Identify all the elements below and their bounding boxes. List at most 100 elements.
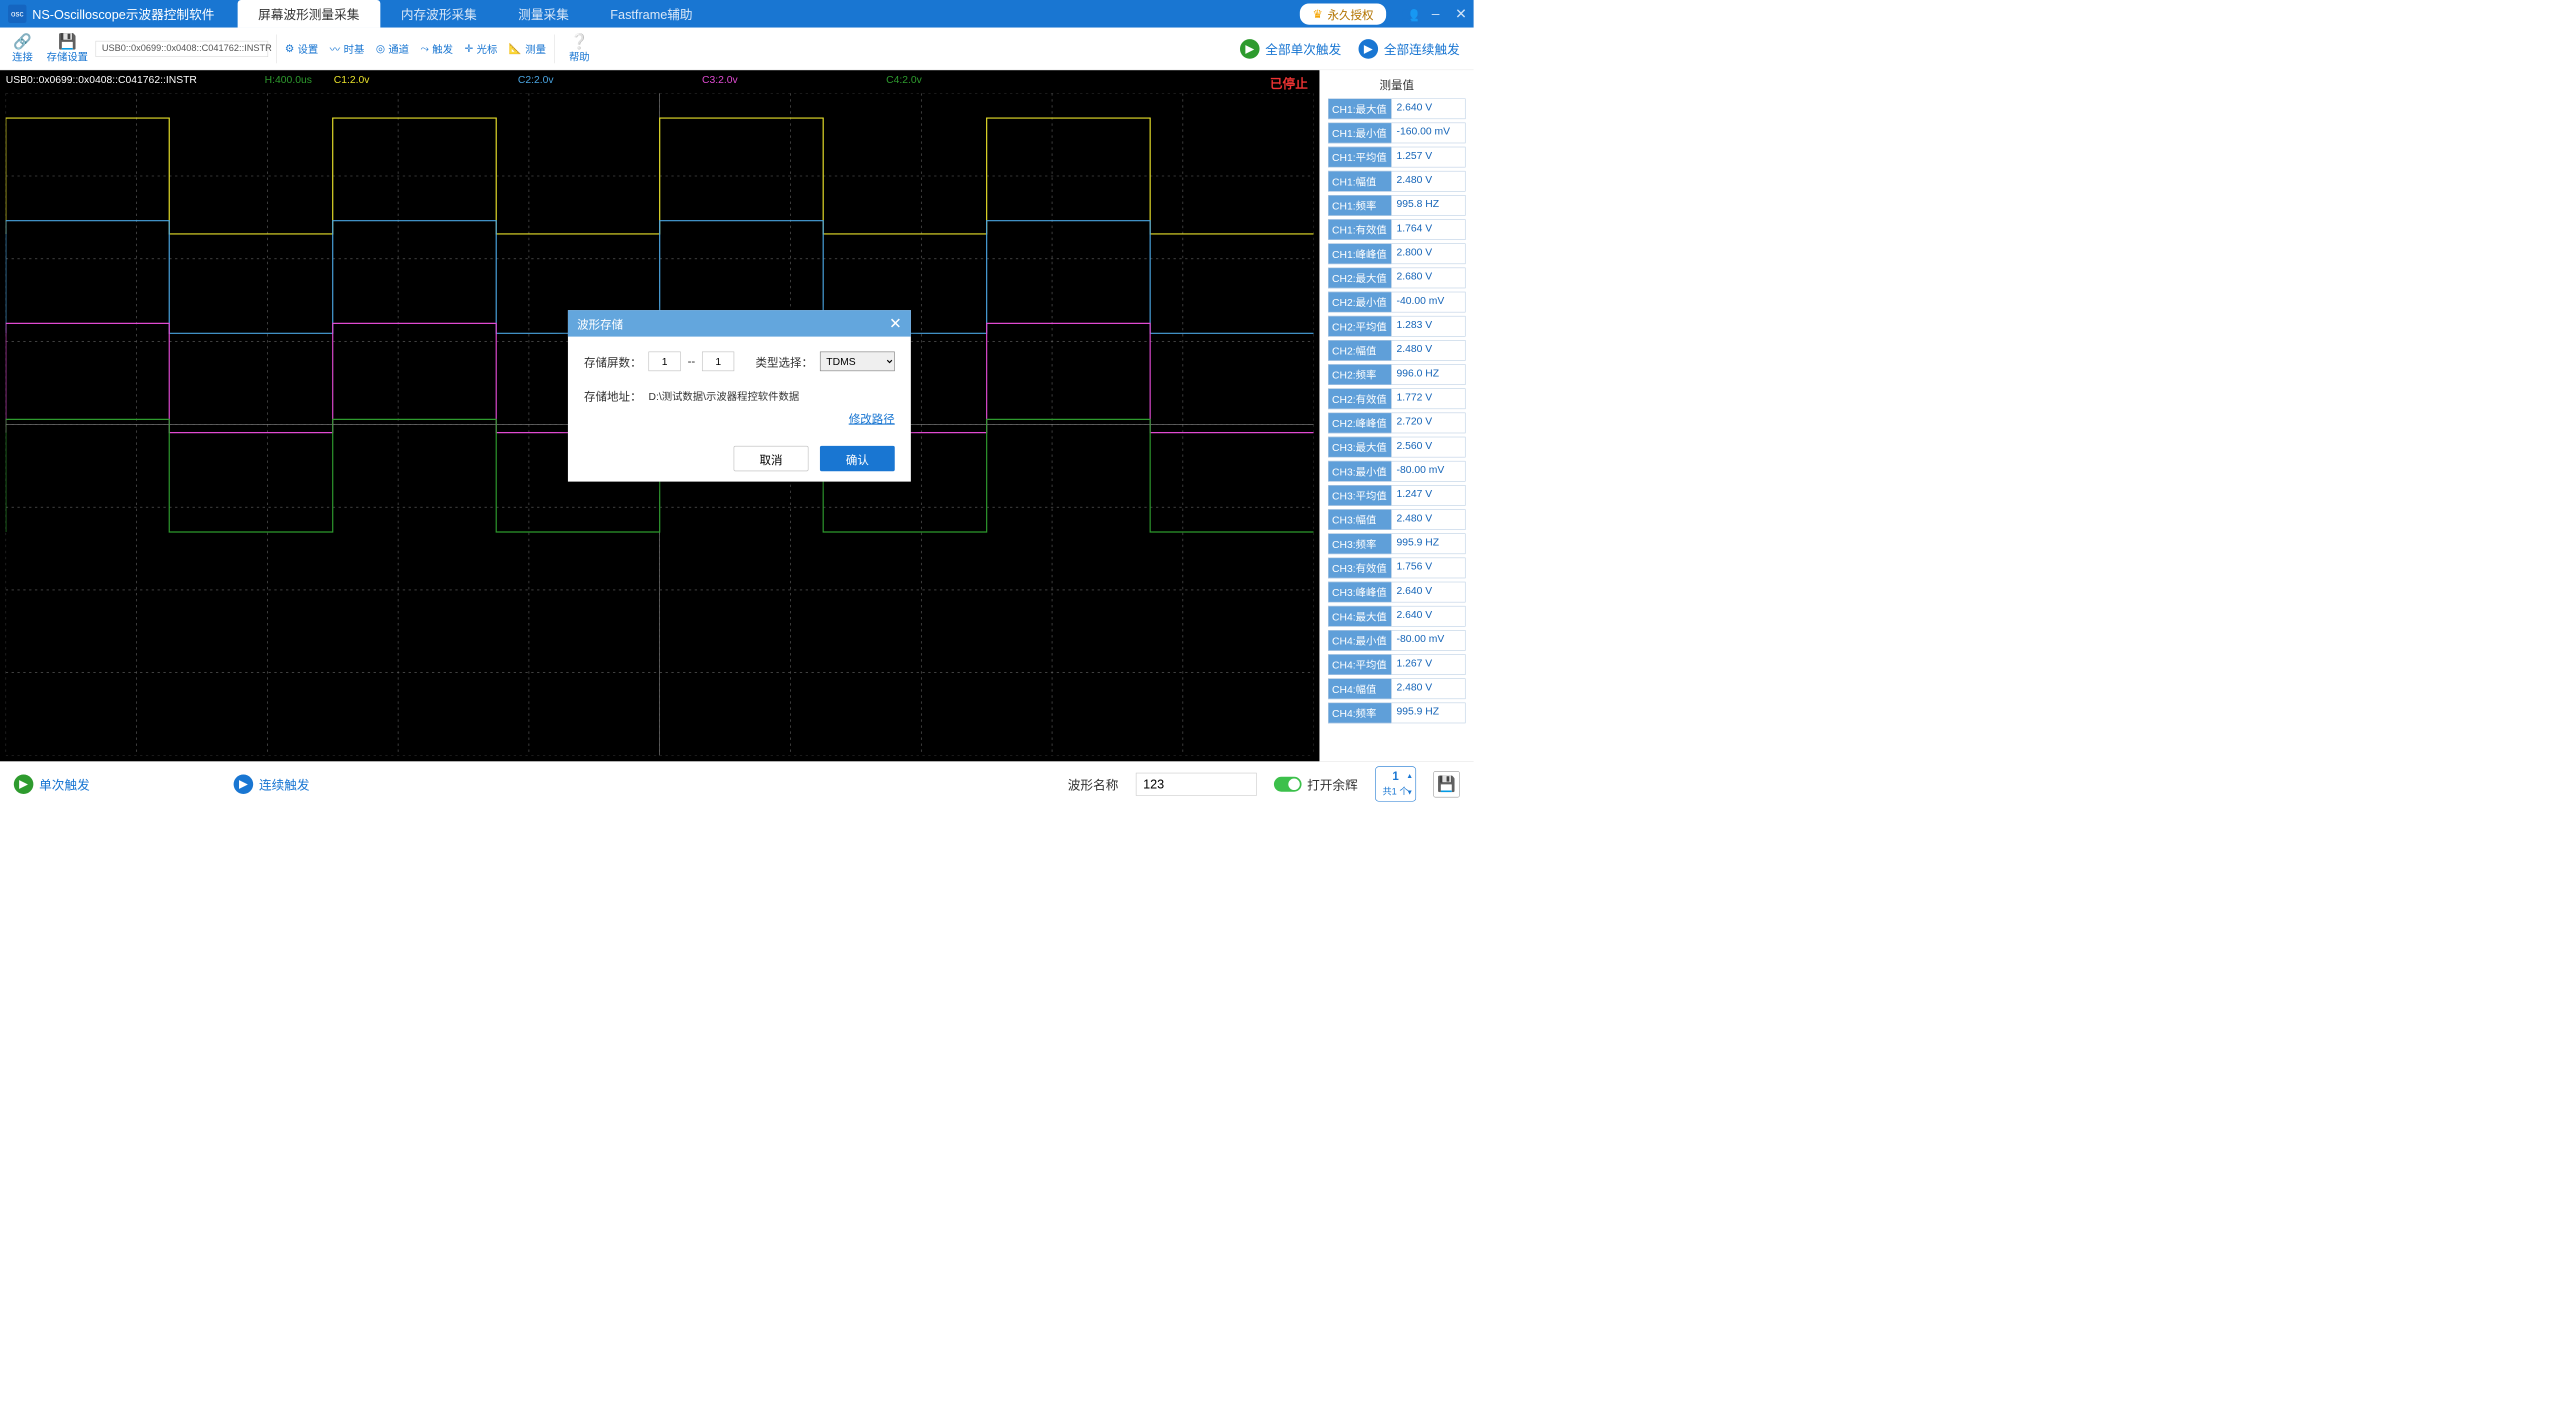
- tool-label: 触发: [432, 41, 453, 56]
- toolbar-item-触发[interactable]: ⤳触发: [415, 41, 459, 56]
- chevron-up-icon[interactable]: ▲: [1406, 771, 1418, 779]
- measurement-row[interactable]: CH1:平均值1.257 V: [1328, 147, 1466, 168]
- measurement-row[interactable]: CH4:频率995.9 HZ: [1328, 703, 1466, 724]
- close-button[interactable]: ✕: [1448, 0, 1473, 28]
- trigger-all-continuous-button[interactable]: ▶ 全部连续触发: [1359, 39, 1460, 59]
- toolbar-item-测量[interactable]: 📐测量: [503, 41, 552, 56]
- measurements-title: 测量值: [1320, 70, 1474, 98]
- type-select[interactable]: TDMS: [820, 352, 895, 372]
- help-button[interactable]: ❔ 帮助: [557, 28, 602, 70]
- toolbar-item-设置[interactable]: ⚙设置: [279, 41, 324, 56]
- measurements-list[interactable]: CH1:最大值2.640 VCH1:最小值-160.00 mVCH1:平均值1.…: [1320, 98, 1474, 761]
- single-trigger-button[interactable]: ▶ 单次触发: [14, 774, 90, 794]
- measurement-row[interactable]: CH1:最小值-160.00 mV: [1328, 123, 1466, 144]
- license-badge[interactable]: ♛ 永久授权: [1300, 3, 1386, 24]
- app-icon: osc: [8, 5, 26, 23]
- page-indicator[interactable]: 1 共1 个 ▲▼: [1375, 766, 1416, 801]
- toolbar-item-时基[interactable]: 〰时基: [324, 41, 370, 56]
- measurement-key: CH1:有效值: [1328, 219, 1391, 240]
- measurement-key: CH2:最大值: [1328, 268, 1391, 289]
- toolbar-item-光标[interactable]: ✛光标: [459, 41, 503, 56]
- measurement-value: 995.9 HZ: [1391, 703, 1465, 724]
- trigger-all-once-button[interactable]: ▶ 全部单次触发: [1240, 39, 1341, 59]
- measurement-row[interactable]: CH3:频率995.9 HZ: [1328, 533, 1466, 554]
- dialog-close-icon[interactable]: ✕: [889, 314, 902, 332]
- afterglow-toggle[interactable]: 打开余辉: [1274, 775, 1358, 793]
- measurement-row[interactable]: CH1:频率995.8 HZ: [1328, 195, 1466, 216]
- change-path-link[interactable]: 修改路径: [849, 410, 895, 427]
- connect-button[interactable]: 🔗 连接: [0, 28, 45, 70]
- save-waveform-dialog: 波形存储 ✕ 存储屏数： -- 类型选择： TDMS 存储地址： D:\测试数据…: [568, 310, 911, 481]
- measurement-value: 1.257 V: [1391, 147, 1465, 168]
- measurement-key: CH2:幅值: [1328, 340, 1391, 361]
- measurement-value: 2.480 V: [1391, 509, 1465, 530]
- tool-icon: 📐: [509, 43, 522, 55]
- measurement-row[interactable]: CH2:最大值2.680 V: [1328, 268, 1466, 289]
- screens-from-input[interactable]: [648, 352, 680, 372]
- tool-label: 时基: [344, 41, 365, 56]
- top-tab-2[interactable]: 测量采集: [498, 0, 590, 28]
- chevron-down-icon[interactable]: ▼: [1406, 788, 1418, 796]
- crown-icon: ♛: [1313, 7, 1323, 21]
- measurement-row[interactable]: CH3:峰峰值2.640 V: [1328, 582, 1466, 603]
- screens-label: 存储屏数：: [584, 353, 642, 370]
- screens-to-input[interactable]: [702, 352, 734, 372]
- measurement-row[interactable]: CH4:幅值2.480 V: [1328, 678, 1466, 699]
- measurement-value: -80.00 mV: [1391, 461, 1465, 482]
- users-icon[interactable]: 👥: [1398, 0, 1423, 28]
- save-settings-label: 存储设置: [47, 49, 88, 64]
- measurement-row[interactable]: CH1:幅值2.480 V: [1328, 171, 1466, 192]
- tool-icon: ⚙: [285, 43, 294, 55]
- ok-button[interactable]: 确认: [820, 446, 895, 471]
- continuous-trigger-button[interactable]: ▶ 连续触发: [234, 774, 310, 794]
- wave-name-input[interactable]: [1136, 772, 1257, 795]
- cancel-button[interactable]: 取消: [734, 446, 809, 471]
- measurement-row[interactable]: CH3:有效值1.756 V: [1328, 558, 1466, 579]
- top-tab-0[interactable]: 屏幕波形测量采集: [237, 0, 380, 28]
- minimize-button[interactable]: –: [1423, 0, 1448, 28]
- measurement-value: 996.0 HZ: [1391, 364, 1465, 385]
- measurement-value: 1.247 V: [1391, 485, 1465, 506]
- measurement-row[interactable]: CH2:峰峰值2.720 V: [1328, 413, 1466, 434]
- measurement-row[interactable]: CH4:最大值2.640 V: [1328, 606, 1466, 627]
- top-tab-1[interactable]: 内存波形采集: [380, 0, 497, 28]
- measurement-value: 2.720 V: [1391, 413, 1465, 434]
- save-settings-button[interactable]: 💾 存储设置: [45, 28, 90, 70]
- measurement-row[interactable]: CH3:幅值2.480 V: [1328, 509, 1466, 530]
- tool-icon: 〰: [330, 41, 340, 56]
- measurement-key: CH2:最小值: [1328, 292, 1391, 313]
- toggle-switch-icon: [1274, 777, 1302, 792]
- measurement-row[interactable]: CH3:最大值2.560 V: [1328, 437, 1466, 458]
- disk-icon: 💾: [58, 34, 77, 49]
- measurement-value: 2.640 V: [1391, 98, 1465, 119]
- top-tab-3[interactable]: Fastframe辅助: [590, 0, 714, 28]
- measurement-key: CH1:频率: [1328, 195, 1391, 216]
- measurement-row[interactable]: CH4:最小值-80.00 mV: [1328, 630, 1466, 651]
- measurement-value: 2.480 V: [1391, 678, 1465, 699]
- measurement-row[interactable]: CH1:最大值2.640 V: [1328, 98, 1466, 119]
- measurement-key: CH1:平均值: [1328, 147, 1391, 168]
- type-label: 类型选择：: [756, 353, 814, 370]
- measurement-row[interactable]: CH2:最小值-40.00 mV: [1328, 292, 1466, 313]
- connection-string: USB0::0x0699::0x0408::C041762::INSTR: [96, 41, 269, 57]
- measurement-row[interactable]: CH1:有效值1.764 V: [1328, 219, 1466, 240]
- measurement-row[interactable]: CH3:平均值1.247 V: [1328, 485, 1466, 506]
- measurement-row[interactable]: CH1:峰峰值2.800 V: [1328, 243, 1466, 264]
- dialog-header[interactable]: 波形存储 ✕: [568, 310, 911, 336]
- measurement-key: CH4:平均值: [1328, 654, 1391, 675]
- measurement-row[interactable]: CH3:最小值-80.00 mV: [1328, 461, 1466, 482]
- trigger-all-cont-label: 全部连续触发: [1384, 39, 1460, 57]
- toolbar-item-通道[interactable]: ◎通道: [370, 41, 415, 56]
- measurement-row[interactable]: CH4:平均值1.267 V: [1328, 654, 1466, 675]
- measurement-key: CH3:最小值: [1328, 461, 1391, 482]
- save-waveform-button[interactable]: 💾: [1433, 771, 1459, 797]
- measurement-key: CH2:有效值: [1328, 388, 1391, 409]
- measurement-row[interactable]: CH2:幅值2.480 V: [1328, 340, 1466, 361]
- measurement-value: 995.9 HZ: [1391, 533, 1465, 554]
- measurement-row[interactable]: CH2:有效值1.772 V: [1328, 388, 1466, 409]
- play-icon: ▶: [14, 774, 34, 794]
- measurement-row[interactable]: CH2:平均值1.283 V: [1328, 316, 1466, 337]
- measurement-row[interactable]: CH2:频率996.0 HZ: [1328, 364, 1466, 385]
- measurement-key: CH1:幅值: [1328, 171, 1391, 192]
- play-pause-icon: ▶: [234, 774, 254, 794]
